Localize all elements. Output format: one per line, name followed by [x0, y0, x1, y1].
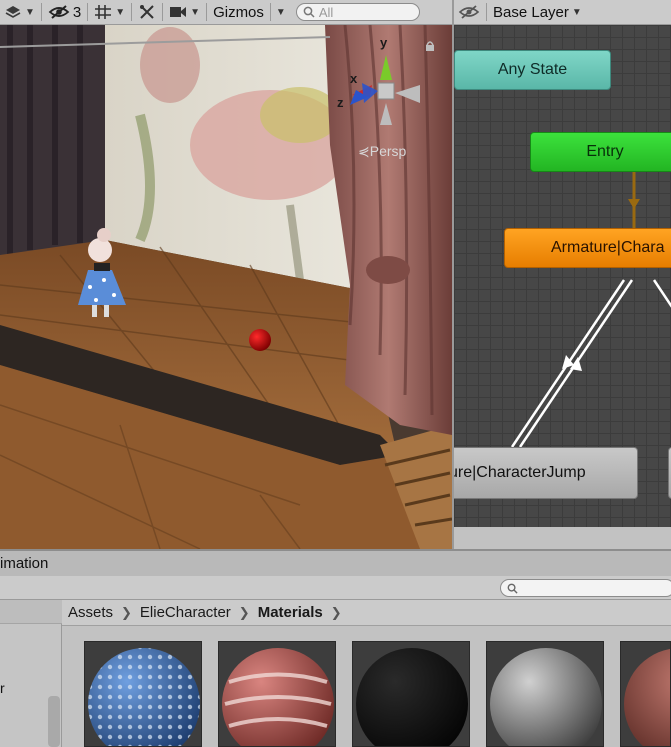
camera-icon	[170, 7, 187, 17]
material-tile-black[interactable]	[352, 641, 470, 747]
breadcrumb-materials[interactable]: Materials	[258, 604, 323, 621]
persp-icon: ⋞	[358, 143, 370, 159]
scene-render	[0, 25, 452, 549]
scene-search[interactable]	[295, 3, 420, 21]
armature-state-node[interactable]: Armature|Chara	[504, 228, 671, 268]
search-icon	[303, 6, 315, 18]
layer-label: Base Layer	[493, 3, 569, 21]
gizmos-dropdown[interactable]: Gizmos ▼	[209, 0, 290, 25]
grid-icon	[95, 5, 112, 19]
chevron-right-icon: ❯	[121, 604, 132, 620]
armature-state-label: Armature|Chara	[551, 239, 665, 256]
entry-label: Entry	[586, 143, 624, 160]
material-tile-red-stripe[interactable]	[218, 641, 336, 747]
axis-x-label: x	[350, 71, 358, 86]
breadcrumb-eliecharacter[interactable]: ElieCharacter	[140, 604, 231, 621]
folder-tree-item[interactable]	[0, 600, 62, 624]
search-icon	[507, 583, 518, 594]
divider	[131, 3, 133, 21]
entry-node[interactable]: Entry	[530, 132, 671, 172]
chevron-down-icon: ▼	[25, 6, 35, 18]
material-tile-brown[interactable]	[620, 641, 671, 747]
divider	[162, 3, 164, 21]
divider	[206, 3, 208, 21]
projection-label: Persp	[369, 143, 407, 159]
character-jump-state-node[interactable]: ure|CharacterJump	[452, 447, 638, 499]
animator-toolbar: Base Layer ▼	[452, 0, 671, 25]
eye-slash-icon	[48, 5, 70, 19]
chevron-down-icon: ▼	[190, 6, 201, 18]
projection-toggle[interactable]: ⋞Persp	[358, 143, 406, 160]
gizmos-label: Gizmos	[213, 3, 264, 21]
asset-grid	[62, 626, 671, 747]
chevron-right-icon: ❯	[330, 604, 342, 620]
divider	[87, 3, 89, 21]
layers-dropdown[interactable]: ▼	[0, 0, 39, 25]
panel-tab-bar: imation	[0, 549, 671, 576]
divider	[486, 3, 487, 21]
camera-dropdown[interactable]: ▼	[165, 0, 204, 25]
scene-toolbar: ▼ 3 ▼ ▼ Gizmos ▼ All	[0, 0, 452, 25]
tools-icon	[140, 5, 154, 19]
character-jump-label: ure|CharacterJump	[452, 464, 586, 481]
project-toolbar	[0, 576, 671, 600]
layer-visibility-toggle[interactable]	[454, 0, 484, 25]
layers-icon	[5, 6, 21, 18]
chevron-down-icon: ▼	[571, 6, 582, 18]
divider	[40, 3, 42, 21]
axis-z-label: z	[337, 95, 344, 110]
any-state-node[interactable]: Any State	[454, 50, 611, 90]
any-state-label: Any State	[497, 61, 568, 78]
material-preview	[222, 648, 334, 746]
chevron-down-icon: ▼	[275, 6, 286, 18]
eye-slash-icon	[458, 5, 480, 19]
divider	[269, 3, 271, 21]
folder-tree-label: r	[0, 680, 5, 696]
material-preview	[624, 648, 670, 746]
scene-view[interactable]: y x z ⋞Persp	[0, 25, 452, 549]
axis-y-label: y	[380, 35, 388, 50]
material-tile-polka-dot[interactable]	[84, 641, 202, 747]
animator-graph[interactable]: Any State Entry Armature|Chara ure|Chara…	[452, 25, 671, 527]
unity-editor: ▼ 3 ▼ ▼ Gizmos ▼ All y x z ⋞Persp Base L…	[0, 0, 671, 747]
material-preview	[88, 648, 200, 746]
layer-breadcrumb[interactable]: Base Layer ▼	[489, 0, 586, 25]
material-tile-gray[interactable]	[486, 641, 604, 747]
grid-dropdown[interactable]: ▼	[90, 0, 129, 25]
project-search-input[interactable]	[522, 581, 671, 595]
hidden-count: 3	[72, 3, 82, 21]
project-search[interactable]	[500, 579, 671, 597]
animator-status-bar	[452, 527, 671, 549]
scene-search-input[interactable]	[318, 4, 409, 20]
scene-visibility-toggle[interactable]: 3	[44, 0, 85, 25]
folder-tree-scrollbar[interactable]	[48, 696, 60, 747]
project-folder-tree[interactable]: r	[0, 600, 62, 747]
animation-tab[interactable]: imation	[0, 555, 48, 572]
chevron-right-icon: ❯	[238, 604, 250, 620]
effects-toggle[interactable]	[134, 0, 160, 25]
chevron-down-icon: ▼	[115, 6, 126, 18]
breadcrumb-assets[interactable]: Assets	[68, 604, 113, 621]
material-preview	[356, 648, 468, 746]
breadcrumb: Assets ❯ ElieCharacter ❯ Materials ❯	[62, 600, 671, 626]
material-preview	[490, 648, 602, 746]
